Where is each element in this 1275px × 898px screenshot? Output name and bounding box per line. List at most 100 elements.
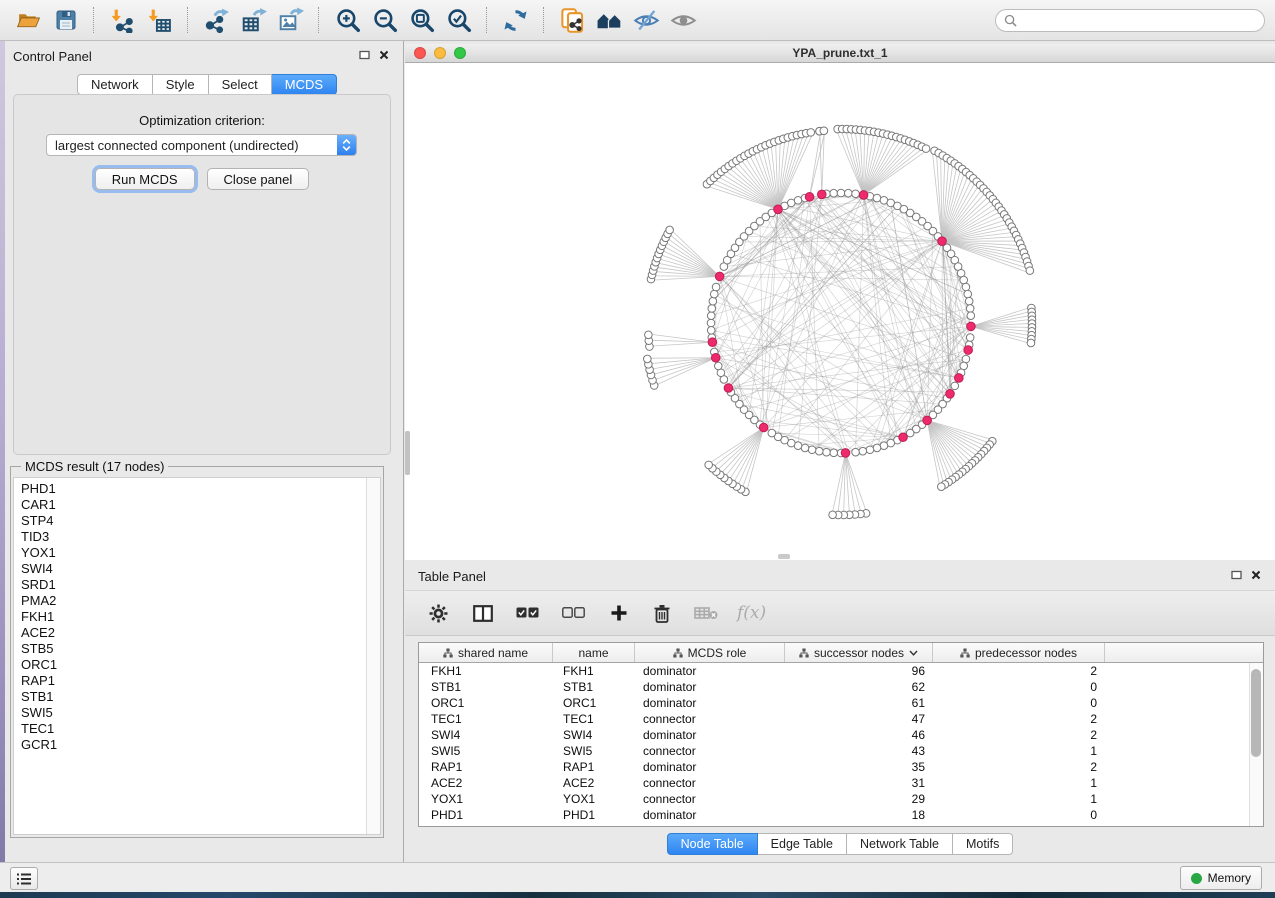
tab-mcds[interactable]: MCDS bbox=[272, 74, 337, 95]
cell-shared-name[interactable]: FKH1 bbox=[419, 664, 553, 678]
tab-style[interactable]: Style bbox=[153, 74, 209, 95]
network-node[interactable] bbox=[960, 276, 968, 284]
column-header-predecessor-nodes[interactable]: predecessor nodes bbox=[933, 643, 1105, 662]
column-header-name[interactable]: name bbox=[553, 643, 635, 662]
float-panel-icon[interactable] bbox=[359, 50, 370, 60]
network-node[interactable] bbox=[643, 355, 651, 363]
mcds-hub-node[interactable] bbox=[967, 322, 976, 331]
network-node[interactable] bbox=[1027, 339, 1035, 347]
network-node[interactable] bbox=[880, 442, 888, 450]
cell-name[interactable]: RAP1 bbox=[553, 760, 635, 774]
mcds-hub-node[interactable] bbox=[715, 272, 724, 281]
zoom-out-icon[interactable] bbox=[371, 7, 398, 34]
network-node[interactable] bbox=[815, 447, 823, 455]
cell-mcds-role[interactable]: dominator bbox=[635, 760, 785, 774]
close-window-icon[interactable] bbox=[414, 47, 426, 59]
open-session-icon[interactable] bbox=[15, 7, 42, 34]
cell-predecessor-nodes[interactable]: 0 bbox=[933, 680, 1105, 694]
network-node[interactable] bbox=[823, 448, 831, 456]
cell-mcds-role[interactable]: connector bbox=[635, 744, 785, 758]
column-header-shared-name[interactable]: shared name bbox=[419, 643, 553, 662]
network-node[interactable] bbox=[852, 448, 860, 456]
cell-predecessor-nodes[interactable]: 0 bbox=[933, 808, 1105, 822]
table-row[interactable]: RAP1RAP1dominator352 bbox=[419, 759, 1263, 775]
run-mcds-button[interactable]: Run MCDS bbox=[95, 168, 195, 190]
cell-mcds-role[interactable]: dominator bbox=[635, 664, 785, 678]
mcds-hub-node[interactable] bbox=[946, 390, 955, 399]
cell-shared-name[interactable]: YOX1 bbox=[419, 792, 553, 806]
float-panel-icon[interactable] bbox=[1231, 570, 1242, 580]
network-node[interactable] bbox=[707, 326, 715, 334]
task-history-button[interactable] bbox=[10, 867, 38, 890]
table-row[interactable]: PHD1PHD1dominator180 bbox=[419, 807, 1263, 823]
network-node[interactable] bbox=[965, 297, 973, 305]
network-titlebar[interactable]: YPA_prune.txt_1 bbox=[405, 44, 1275, 63]
table-scrollbar[interactable] bbox=[1249, 663, 1263, 826]
network-node[interactable] bbox=[829, 511, 837, 519]
cell-successor-nodes[interactable]: 47 bbox=[785, 712, 933, 726]
mcds-hub-node[interactable] bbox=[724, 384, 733, 393]
table-row[interactable]: ACE2ACE2connector311 bbox=[419, 775, 1263, 791]
table-row[interactable]: STB1STB1dominator620 bbox=[419, 679, 1263, 695]
delete-column-trash-icon[interactable] bbox=[653, 604, 671, 623]
mcds-hub-node[interactable] bbox=[841, 449, 850, 458]
mcds-hub-node[interactable] bbox=[955, 374, 964, 383]
zoom-fit-icon[interactable] bbox=[408, 7, 435, 34]
cell-name[interactable]: ORC1 bbox=[553, 696, 635, 710]
cell-predecessor-nodes[interactable]: 2 bbox=[933, 664, 1105, 678]
cell-successor-nodes[interactable]: 18 bbox=[785, 808, 933, 822]
save-session-icon[interactable] bbox=[52, 7, 79, 34]
network-node[interactable] bbox=[710, 290, 718, 298]
export-table-icon[interactable] bbox=[240, 7, 267, 34]
cell-shared-name[interactable]: PHD1 bbox=[419, 808, 553, 822]
network-node[interactable] bbox=[801, 444, 809, 452]
cell-shared-name[interactable]: STB1 bbox=[419, 680, 553, 694]
table-row[interactable]: ORC1ORC1dominator610 bbox=[419, 695, 1263, 711]
cell-successor-nodes[interactable]: 31 bbox=[785, 776, 933, 790]
clone-network-icon[interactable] bbox=[559, 7, 586, 34]
cell-mcds-role[interactable]: dominator bbox=[635, 696, 785, 710]
network-node[interactable] bbox=[830, 449, 838, 457]
refresh-icon[interactable] bbox=[502, 7, 529, 34]
ndex-browse-icon[interactable] bbox=[596, 7, 623, 34]
network-node[interactable] bbox=[708, 305, 716, 313]
table-row[interactable]: FKH1FKH1dominator962 bbox=[419, 663, 1263, 679]
network-node[interactable] bbox=[964, 290, 972, 298]
network-node[interactable] bbox=[820, 127, 828, 135]
cell-mcds-role[interactable]: connector bbox=[635, 776, 785, 790]
cell-successor-nodes[interactable]: 61 bbox=[785, 696, 933, 710]
mcds-hub-node[interactable] bbox=[774, 205, 783, 214]
table-row[interactable]: SWI5SWI5connector431 bbox=[419, 743, 1263, 759]
network-graph[interactable] bbox=[405, 63, 1275, 560]
cell-mcds-role[interactable]: connector bbox=[635, 792, 785, 806]
tab-network-table[interactable]: Network Table bbox=[847, 833, 953, 855]
cell-predecessor-nodes[interactable]: 0 bbox=[933, 696, 1105, 710]
cell-name[interactable]: YOX1 bbox=[553, 792, 635, 806]
cell-shared-name[interactable]: RAP1 bbox=[419, 760, 553, 774]
show-column-panel-icon[interactable] bbox=[473, 605, 493, 622]
maximize-window-icon[interactable] bbox=[454, 47, 466, 59]
network-node[interactable] bbox=[709, 297, 717, 305]
cell-name[interactable]: ACE2 bbox=[553, 776, 635, 790]
network-node[interactable] bbox=[967, 312, 975, 320]
show-graphics-icon[interactable] bbox=[670, 7, 697, 34]
create-column-plus-icon[interactable] bbox=[610, 604, 628, 622]
cell-predecessor-nodes[interactable]: 2 bbox=[933, 760, 1105, 774]
network-node[interactable] bbox=[707, 319, 715, 327]
network-node[interactable] bbox=[705, 461, 713, 469]
cell-name[interactable]: PHD1 bbox=[553, 808, 635, 822]
cell-shared-name[interactable]: SWI4 bbox=[419, 728, 553, 742]
cell-name[interactable]: STB1 bbox=[553, 680, 635, 694]
cell-shared-name[interactable]: TEC1 bbox=[419, 712, 553, 726]
cell-predecessor-nodes[interactable]: 1 bbox=[933, 776, 1105, 790]
export-image-icon[interactable] bbox=[277, 7, 304, 34]
mcds-hub-node[interactable] bbox=[805, 193, 814, 202]
network-node[interactable] bbox=[714, 362, 722, 370]
cell-name[interactable]: TEC1 bbox=[553, 712, 635, 726]
network-node[interactable] bbox=[645, 331, 653, 339]
network-vscroll-thumb[interactable] bbox=[405, 431, 410, 475]
search-input[interactable] bbox=[1023, 12, 1256, 28]
network-node[interactable] bbox=[966, 305, 974, 313]
cell-mcds-role[interactable]: dominator bbox=[635, 680, 785, 694]
sort-descending-icon[interactable] bbox=[909, 650, 918, 656]
